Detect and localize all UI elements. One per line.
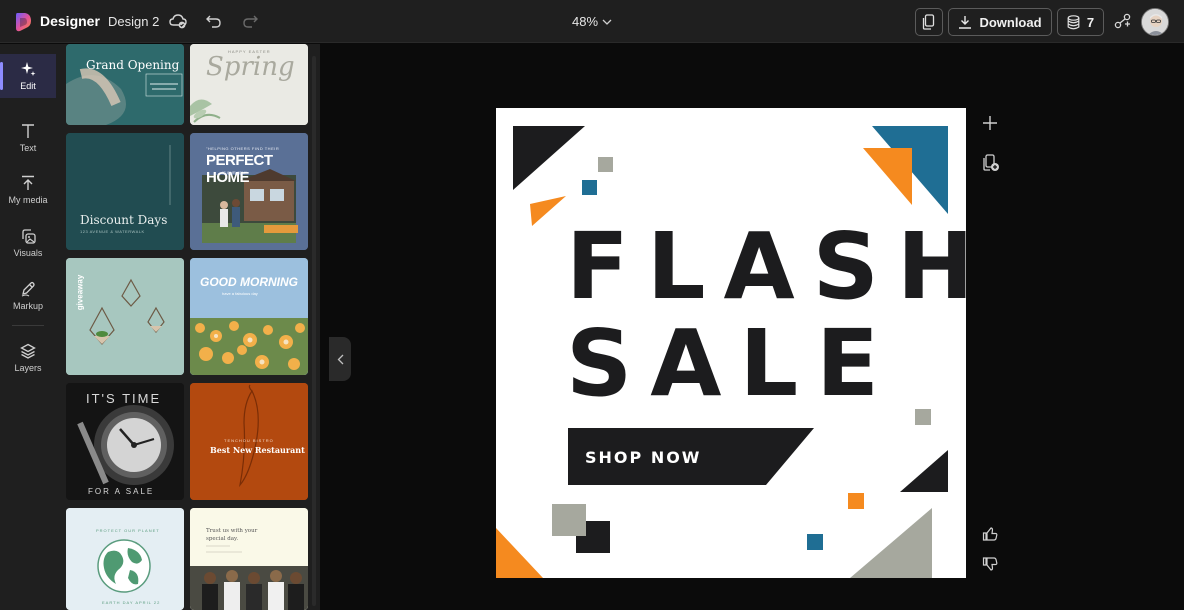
blue-square-top xyxy=(582,180,597,195)
template-card[interactable]: Grand Opening xyxy=(66,44,184,125)
chevron-left-icon xyxy=(337,354,343,364)
text-icon xyxy=(22,124,34,138)
thumbs-down-button[interactable] xyxy=(980,554,1000,574)
duplicate-icon xyxy=(983,154,999,171)
headline-sale[interactable]: SALE xyxy=(566,318,897,410)
headline-flash[interactable]: FLASH xyxy=(566,221,966,313)
designer-logo-icon xyxy=(16,13,31,32)
coins-icon xyxy=(1067,14,1080,29)
download-button[interactable]: Download xyxy=(948,8,1052,36)
template-title: giveaway xyxy=(75,274,85,311)
template-subtitle: FOR A SALE xyxy=(88,487,155,496)
rail-item-edit[interactable]: Edit xyxy=(0,54,56,98)
template-card[interactable]: giveaway xyxy=(66,258,184,375)
template-title: Grand Opening xyxy=(86,58,180,72)
templates-panel: Grand Opening HAPPY EASTER Spring Discou… xyxy=(56,44,320,610)
panel-scrollbar[interactable] xyxy=(312,56,316,606)
app-name: Designer xyxy=(40,13,100,29)
add-page-button[interactable] xyxy=(980,113,1000,133)
template-card[interactable]: GOOD MORNING have a fabulous day xyxy=(190,258,308,375)
template-title: PERFECT HOME xyxy=(206,152,273,186)
zoom-level: 48% xyxy=(572,14,599,29)
rail-item-markup[interactable]: Markup xyxy=(0,274,56,318)
credits-button[interactable]: 7 xyxy=(1057,8,1104,36)
gray-square-bottom-left xyxy=(552,504,586,536)
template-card[interactable]: "HELPING OTHERS FIND THEIR PERFECT HOME … xyxy=(190,133,308,250)
plus-icon xyxy=(983,116,997,130)
cloud-saved-icon[interactable] xyxy=(168,11,188,31)
template-subtitle: "HELPING OTHERS FIND THEIR xyxy=(206,146,280,151)
chevron-down-icon xyxy=(602,19,612,25)
left-rail: Edit Text My media Visuals Markup Layers xyxy=(0,44,56,610)
rail-item-my-media[interactable]: My media xyxy=(0,168,56,212)
rail-label-edit: Edit xyxy=(20,81,36,91)
template-image xyxy=(190,508,308,610)
rail-divider xyxy=(12,325,44,326)
template-image xyxy=(66,44,184,125)
gray-triangle-bottom-right xyxy=(850,508,932,578)
layers-icon xyxy=(20,343,36,359)
thumbs-up-icon xyxy=(982,527,998,541)
template-card[interactable]: IT'S TIME FOR A SALE xyxy=(66,383,184,500)
design-canvas[interactable]: FLASH SALE SHOP NOW xyxy=(496,108,966,578)
template-subtitle: have a fabulous day xyxy=(222,291,258,296)
thumbs-down-icon xyxy=(982,557,998,571)
credits-count: 7 xyxy=(1086,14,1095,30)
template-card[interactable]: HAPPY EASTER Spring xyxy=(190,44,308,125)
download-label: Download xyxy=(979,14,1042,30)
template-subtitle: TENCHOU BISTRO xyxy=(224,438,274,443)
orange-triangle-top-left xyxy=(530,196,566,226)
rail-label-markup: Markup xyxy=(12,301,43,311)
document-name[interactable]: Design 2 xyxy=(108,14,159,29)
zoom-dropdown[interactable]: 48% xyxy=(572,14,612,29)
gray-square-top xyxy=(598,157,613,172)
download-icon xyxy=(959,16,972,29)
template-card[interactable]: Trust us with your special day. xyxy=(190,508,308,610)
black-triangle-right xyxy=(900,450,948,492)
template-subtitle: 123 AVENUE & WATERWALK xyxy=(80,229,145,234)
template-title: Best New Restaurant xyxy=(210,445,305,455)
rail-label-my-media: My media xyxy=(8,195,48,205)
template-title: PROTECT OUR PLANET xyxy=(96,528,160,533)
rail-label-text: Text xyxy=(19,143,37,153)
avatar[interactable] xyxy=(1141,8,1169,36)
template-subtitle: EARTH DAY APRIL 22 xyxy=(102,600,161,605)
template-subtitle-2: IS OUR JOY." xyxy=(222,170,247,175)
copy-icon xyxy=(922,14,935,30)
template-title: GOOD MORNING xyxy=(200,275,298,289)
template-title: Discount Days xyxy=(80,213,168,227)
orange-square-bottom xyxy=(848,493,864,509)
template-card[interactable]: PROTECT OUR PLANET EARTH DAY APRIL 22 xyxy=(66,508,184,610)
pen-icon xyxy=(21,281,35,297)
template-title: Trust us with your special day. xyxy=(206,528,258,542)
top-bar: Designer Design 2 48% Download 7 xyxy=(0,0,1184,43)
orange-triangle-top-right xyxy=(863,148,912,205)
template-image xyxy=(66,508,184,610)
thumbs-up-button[interactable] xyxy=(980,524,1000,544)
orange-triangle-bottom-left xyxy=(496,528,543,578)
rail-item-text[interactable]: Text xyxy=(0,116,56,160)
template-title: Spring xyxy=(206,52,295,82)
copy-design-button[interactable] xyxy=(915,8,943,36)
sparkle-icon xyxy=(21,62,36,76)
template-card[interactable]: Discount Days 123 AVENUE & WATERWALK xyxy=(66,133,184,250)
undo-icon[interactable] xyxy=(204,11,224,31)
visuals-icon xyxy=(22,229,36,244)
template-title: IT'S TIME xyxy=(86,391,162,406)
rail-label-visuals: Visuals xyxy=(13,248,43,258)
rail-item-layers[interactable]: Layers xyxy=(0,336,56,380)
blue-square-bottom xyxy=(807,534,823,550)
gray-square-right xyxy=(915,409,931,425)
rail-item-visuals[interactable]: Visuals xyxy=(0,221,56,265)
template-card[interactable]: TENCHOU BISTRO Best New Restaurant xyxy=(190,383,308,500)
redo-icon[interactable] xyxy=(240,11,260,31)
shop-now-label[interactable]: SHOP NOW xyxy=(585,448,701,467)
share-icon[interactable] xyxy=(1113,11,1133,31)
duplicate-page-button[interactable] xyxy=(981,153,1001,173)
upload-icon xyxy=(22,175,34,190)
collapse-panel-button[interactable] xyxy=(329,337,351,381)
rail-label-layers: Layers xyxy=(14,363,42,373)
black-triangle-top-left xyxy=(513,126,585,190)
